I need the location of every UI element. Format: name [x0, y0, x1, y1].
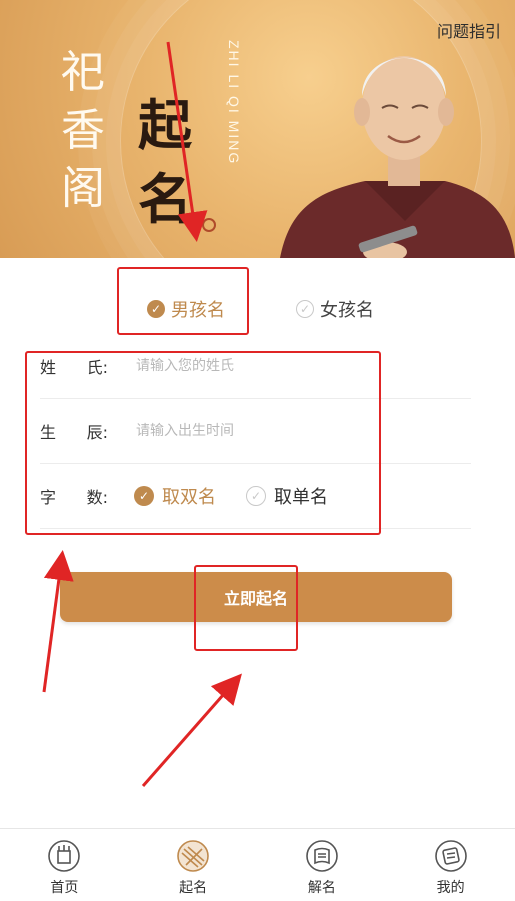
annotation-arrow-form	[42, 550, 74, 693]
nav-label-profile: 我的	[436, 880, 465, 896]
profile-icon	[434, 840, 467, 872]
gender-selector: ✓ 男孩名 ✓ 女孩名	[0, 292, 515, 332]
annotation-box-form	[25, 351, 381, 535]
bottom-nav: 首页 起名 解名 我的	[0, 828, 515, 901]
girl-name-label: 女孩名	[320, 300, 374, 321]
nav-label-naming: 起名	[179, 880, 208, 896]
brand-logo-char: 阁	[61, 163, 105, 214]
girl-name-option[interactable]: ✓ 女孩名	[296, 296, 374, 322]
hero-banner: 祀香阁 起名 ZHI LI QI MING 问题指引	[0, 0, 515, 258]
brand-logo-char: 香	[61, 105, 105, 156]
annotation-arrow-button	[141, 673, 242, 787]
annotation-box-gender	[117, 267, 249, 335]
check-circle-outline-icon: ✓	[296, 300, 314, 318]
annotation-box-button	[194, 565, 298, 651]
interpret-icon	[306, 840, 338, 872]
nav-item-profile[interactable]: 我的	[386, 829, 515, 901]
decorative-dot	[202, 218, 216, 232]
nav-item-naming[interactable]: 起名	[129, 829, 258, 901]
nav-label-home: 首页	[50, 880, 79, 896]
master-portrait	[280, 56, 515, 258]
banner-title-char: 名	[138, 167, 192, 231]
home-icon	[48, 840, 81, 872]
banner-pinyin: ZHI LI QI MING	[226, 40, 242, 166]
nav-item-home[interactable]: 首页	[0, 829, 129, 901]
naming-icon	[177, 840, 209, 872]
brand-logo-char: 祀	[61, 47, 105, 98]
nav-item-interpret[interactable]: 解名	[258, 829, 387, 901]
banner-title-char: 起	[138, 93, 192, 157]
nav-label-interpret: 解名	[307, 880, 336, 896]
banner-title: 起名	[130, 88, 200, 236]
brand-logo: 祀香阁	[60, 44, 106, 218]
